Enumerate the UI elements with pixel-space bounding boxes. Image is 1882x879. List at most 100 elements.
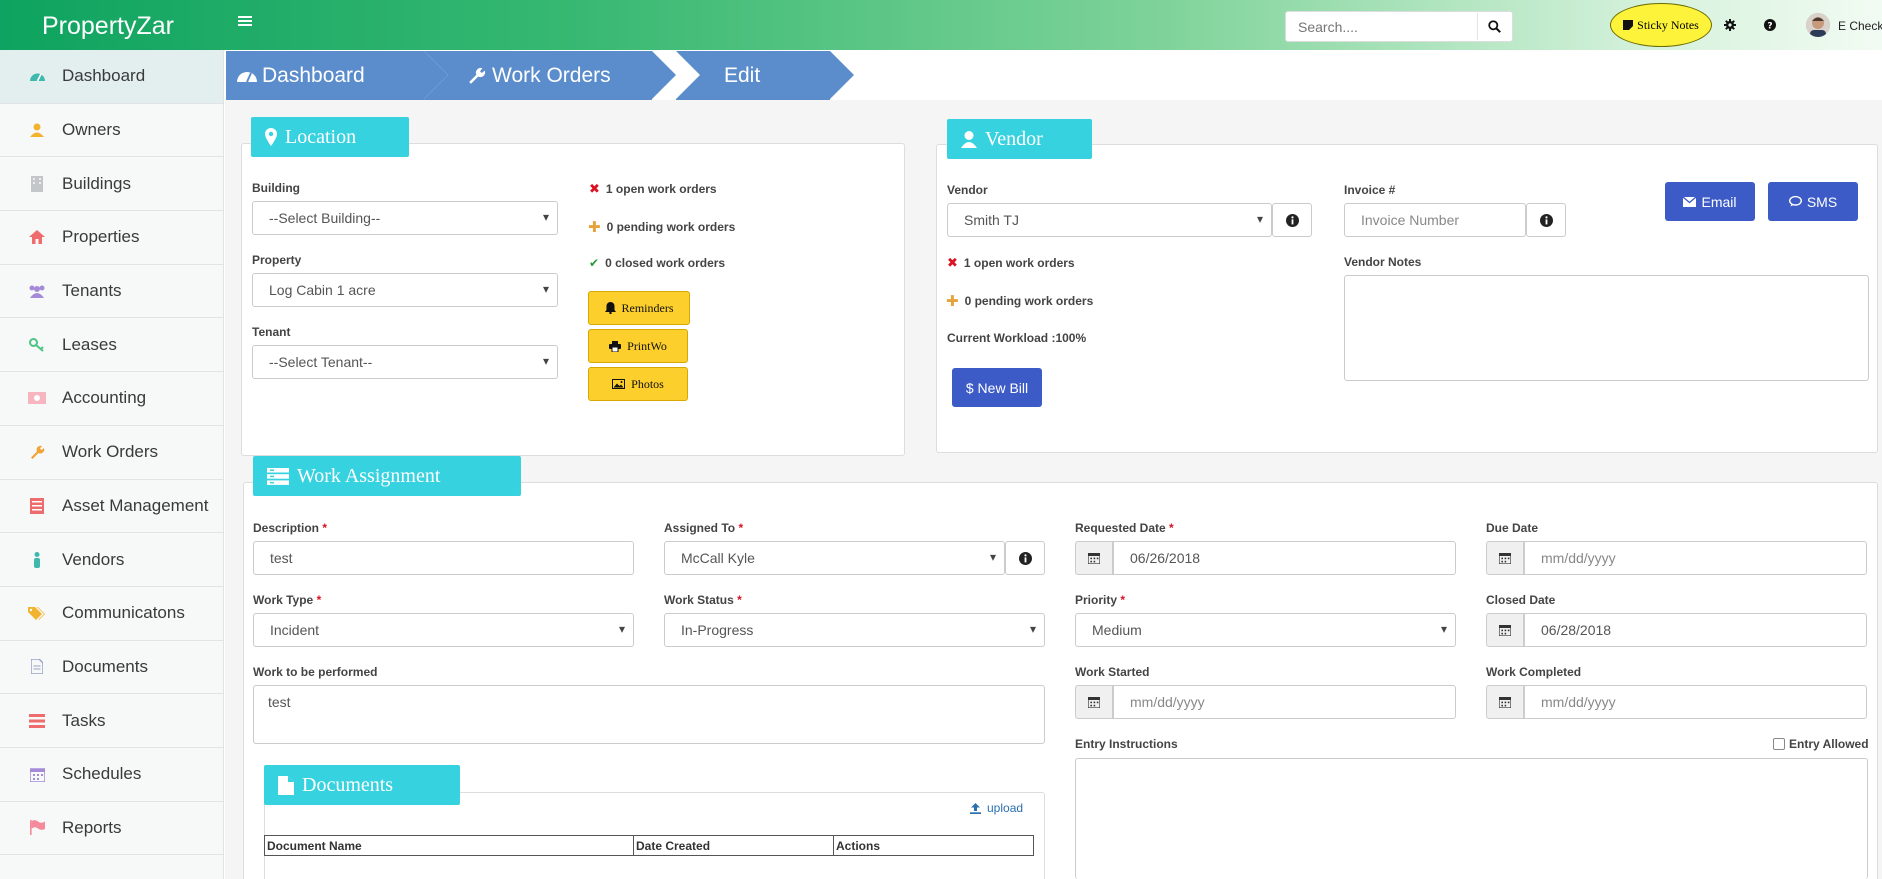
label-text: Priority <box>1075 593 1118 607</box>
work-assignment-header: Work Assignment <box>253 456 521 496</box>
building-label: Building <box>252 181 300 195</box>
due-date-input[interactable]: mm/dd/yyyy <box>1524 541 1867 575</box>
work-performed-label: Work to be performed <box>253 665 378 679</box>
vendor-pending-orders-stat: ✚ 0 pending work orders <box>946 292 1093 310</box>
description-input[interactable]: test <box>253 541 634 575</box>
sidebar-item-accounting[interactable]: Accounting <box>0 372 223 426</box>
closed-date-input[interactable]: 06/28/2018 <box>1524 613 1867 647</box>
calendar-icon[interactable] <box>1486 685 1524 719</box>
entry-instructions-textarea[interactable] <box>1075 758 1868 879</box>
search-input[interactable] <box>1286 12 1476 41</box>
sidebar-item-tasks[interactable]: Tasks <box>0 694 223 748</box>
priority-select[interactable]: Medium <box>1075 613 1456 647</box>
work-status-label: Work Status * <box>664 593 742 607</box>
invoice-info-button[interactable] <box>1526 203 1566 237</box>
vendor-notes-textarea[interactable] <box>1344 275 1869 381</box>
invoice-label: Invoice # <box>1344 183 1396 197</box>
key-icon <box>28 336 46 354</box>
column-header-document-name[interactable]: Document Name <box>264 835 634 856</box>
new-bill-button[interactable]: $ New Bill <box>952 368 1042 407</box>
stat-text: 0 pending work orders <box>606 220 736 234</box>
sidebar-item-dashboard[interactable]: Dashboard <box>0 50 223 104</box>
entry-allowed-label: Entry Allowed <box>1789 737 1869 751</box>
sidebar-item-leases[interactable]: Leases <box>0 318 223 373</box>
breadcrumb-work-orders[interactable]: Work Orders <box>424 51 676 100</box>
description-label: Description * <box>253 521 327 535</box>
svg-text:?: ? <box>1767 22 1772 32</box>
sidebar-item-reports[interactable]: Reports <box>0 802 223 856</box>
gear-icon[interactable] <box>1722 17 1738 33</box>
calendar-icon[interactable] <box>1486 613 1524 647</box>
users-icon <box>28 282 46 300</box>
sticky-notes-button[interactable]: Sticky Notes <box>1610 3 1712 47</box>
tasks-icon <box>267 467 289 485</box>
note-icon <box>1623 20 1634 30</box>
work-type-label: Work Type * <box>253 593 321 607</box>
requested-date-input[interactable]: 06/26/2018 <box>1113 541 1456 575</box>
sidebar-item-schedules[interactable]: Schedules <box>0 748 223 802</box>
column-header-actions[interactable]: Actions <box>833 835 1034 856</box>
sidebar-item-asset-management[interactable]: Asset Management <box>0 480 223 534</box>
label-text: Assigned To <box>664 521 736 535</box>
button-label: SMS <box>1806 193 1838 210</box>
user-name[interactable]: E Check <box>1838 19 1882 33</box>
print-button[interactable]: PrintWo <box>588 329 688 363</box>
stat-text: 0 closed work orders <box>605 256 726 270</box>
vendor-header: Vendor <box>947 119 1092 159</box>
invoice-input[interactable]: Invoice Number <box>1344 203 1526 237</box>
stat-text: 0 pending work orders <box>964 294 1094 308</box>
brand-logo[interactable]: PropertyZar <box>42 12 174 41</box>
sidebar: Dashboard Owners Buildings Properties Te… <box>0 50 224 879</box>
bell-icon <box>604 302 616 314</box>
tenant-select[interactable]: --Select Tenant-- <box>252 345 558 379</box>
work-type-select[interactable]: Incident <box>253 613 634 647</box>
sidebar-item-tenants[interactable]: Tenants <box>0 265 223 319</box>
sidebar-item-owners[interactable]: Owners <box>0 104 223 158</box>
vendor-info-button[interactable] <box>1272 203 1312 237</box>
column-header-date-created[interactable]: Date Created <box>633 835 834 856</box>
sidebar-item-work-orders[interactable]: Work Orders <box>0 426 223 480</box>
assigned-info-button[interactable] <box>1005 541 1045 575</box>
sidebar-item-documents[interactable]: Documents <box>0 641 223 695</box>
building-select[interactable]: --Select Building-- <box>252 201 558 235</box>
calendar-icon[interactable] <box>1486 541 1524 575</box>
label-text: Work Status <box>664 593 734 607</box>
workload-stat: Current Workload :100% <box>947 331 1087 345</box>
work-status-select[interactable]: In-Progress <box>664 613 1045 647</box>
sidebar-item-vendors[interactable]: Vendors <box>0 533 223 587</box>
breadcrumb-label: Dashboard <box>262 63 365 87</box>
reminders-button[interactable]: Reminders <box>588 291 690 325</box>
sidebar-item-properties[interactable]: Properties <box>0 211 223 265</box>
calendar-icon[interactable] <box>1075 685 1113 719</box>
entry-allowed-checkbox[interactable] <box>1773 738 1785 750</box>
work-started-input[interactable]: mm/dd/yyyy <box>1113 685 1456 719</box>
sidebar-item-label: Tenants <box>62 281 122 301</box>
sidebar-item-label: Communicatons <box>62 603 185 623</box>
work-completed-input[interactable]: mm/dd/yyyy <box>1524 685 1867 719</box>
sidebar-item-communications[interactable]: Communicatons <box>0 587 223 641</box>
breadcrumb-dashboard[interactable]: Dashboard <box>226 51 448 100</box>
breadcrumb-edit[interactable]: Edit <box>676 51 854 100</box>
email-button[interactable]: Email <box>1665 182 1755 221</box>
vendor-select[interactable]: Smith TJ <box>947 203 1272 237</box>
search-button[interactable] <box>1477 13 1511 40</box>
sidebar-item-buildings[interactable]: Buildings <box>0 157 223 212</box>
assigned-to-select[interactable]: McCall Kyle <box>664 541 1005 575</box>
panel-title: Location <box>285 125 357 148</box>
upload-link[interactable]: upload <box>970 801 1023 815</box>
sms-button[interactable]: SMS <box>1768 182 1858 221</box>
avatar[interactable] <box>1806 13 1830 37</box>
property-select[interactable]: Log Cabin 1 acre <box>252 273 558 307</box>
sidebar-item-label: Documents <box>62 656 148 676</box>
calendar-icon[interactable] <box>1075 541 1113 575</box>
work-performed-textarea[interactable]: test <box>253 685 1045 744</box>
label-text: Description <box>253 521 320 535</box>
photos-button[interactable]: Photos <box>588 367 688 401</box>
home-icon <box>28 228 46 246</box>
work-completed-label: Work Completed <box>1486 665 1582 679</box>
required-marker: * <box>316 593 322 607</box>
image-icon <box>612 379 626 389</box>
help-icon[interactable]: ? <box>1762 17 1778 33</box>
menu-toggle-icon[interactable] <box>238 14 252 28</box>
map-marker-icon <box>265 128 277 146</box>
